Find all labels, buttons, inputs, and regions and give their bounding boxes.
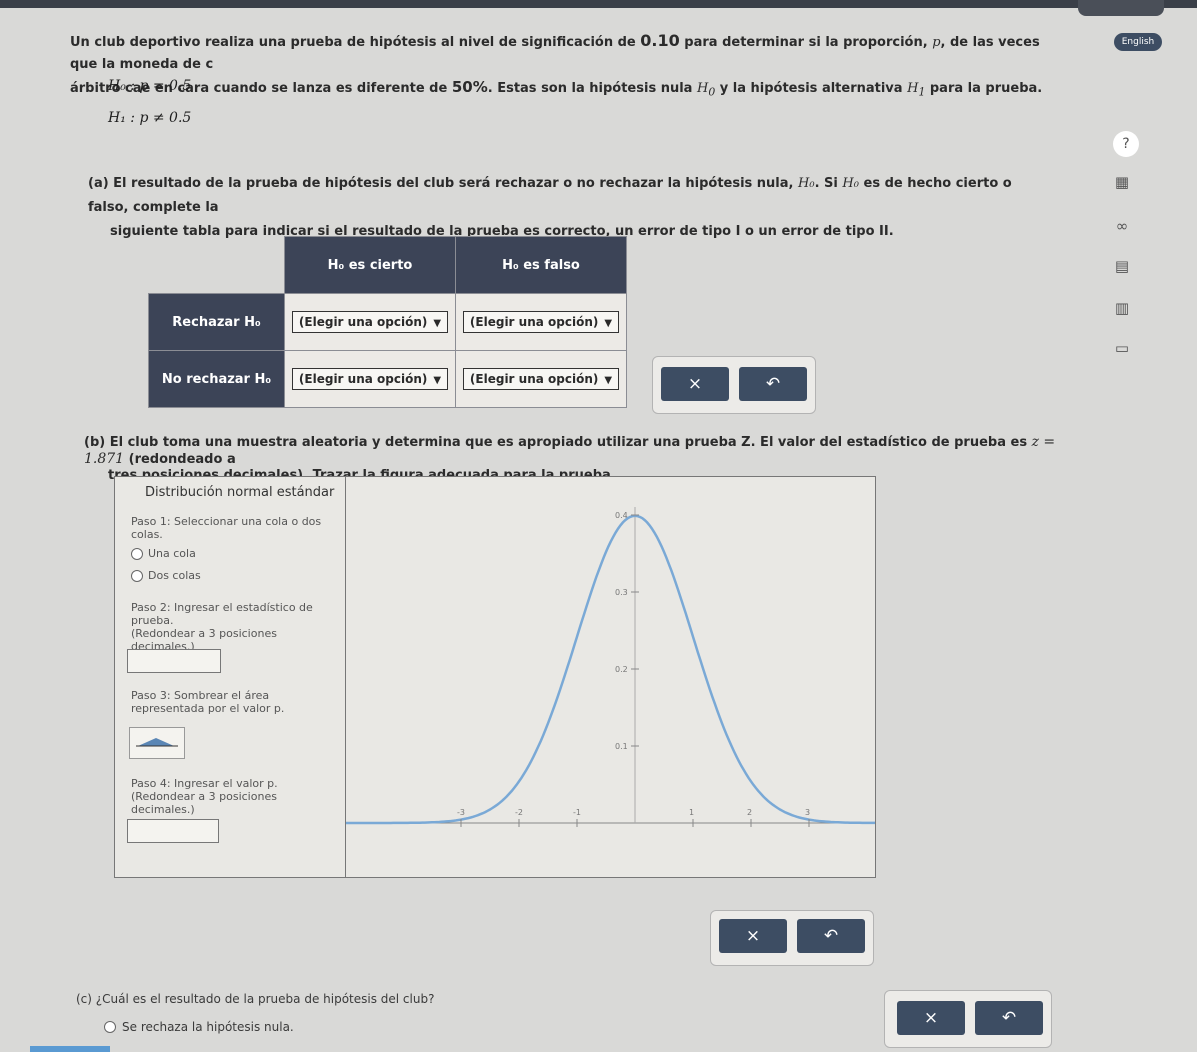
y-tick-label: 0.2 <box>615 665 628 674</box>
part-c-question: (c) ¿Cuál es el resultado de la prueba d… <box>76 992 435 1006</box>
radio-icon <box>131 569 143 582</box>
y-tick-label: 0.1 <box>615 742 628 751</box>
tool-steps-panel: Distribución normal estándar Paso 1: Sel… <box>115 477 346 877</box>
alternative-hypothesis: H₁ : p ≠ 0.5 <box>108 110 192 126</box>
x-tick-label: 1 <box>689 808 694 817</box>
x-tick-label: -3 <box>457 808 465 817</box>
bottom-progress-bar <box>30 1046 110 1052</box>
part-c-button-group: × ↶ <box>884 990 1052 1048</box>
step-4-rounding: (Redondear a 3 posiciones decimales.) <box>131 790 277 816</box>
notes-icon[interactable]: ▤ <box>1110 254 1134 278</box>
step-4-label: Paso 4: Ingresar el valor p. <box>131 777 278 790</box>
tool-title: Distribución normal estándar <box>145 485 335 500</box>
row-header-reject: Rechazar H₀ <box>148 293 285 351</box>
browser-top-bar <box>0 0 1197 8</box>
y-tick-label: 0.3 <box>615 588 628 597</box>
step-1-label: Paso 1: Seleccionar una cola o dos colas… <box>131 515 322 541</box>
step-2-label: Paso 2: Ingresar el estadístico de prueb… <box>131 601 313 627</box>
shade-icon <box>136 738 178 747</box>
x-tick-label: -1 <box>573 808 581 817</box>
radio-icon <box>131 547 143 560</box>
normal-curve-plot[interactable]: 0.4 0.3 0.2 0.1 -3 -2 -1 1 2 3 <box>345 477 925 877</box>
undo-button[interactable]: ↶ <box>739 367 807 401</box>
normal-distribution-tool: Distribución normal estándar Paso 1: Sel… <box>114 476 925 878</box>
x-tick-label: 3 <box>805 808 810 817</box>
select-notreject-false[interactable]: (Elegir una opción) ▼ <box>462 368 620 390</box>
problem-intro: Un club deportivo realiza una prueba de … <box>70 31 1043 99</box>
shade-area-button[interactable] <box>129 727 185 759</box>
x-tick-label: -2 <box>515 808 523 817</box>
infinity-icon[interactable]: ∞ <box>1110 214 1134 238</box>
one-tail-option[interactable]: Una cola <box>131 547 196 560</box>
normal-curve-line <box>345 514 925 825</box>
part-a-button-group: × ↶ <box>652 356 816 414</box>
undo-button[interactable]: ↶ <box>797 919 865 953</box>
help-icon[interactable]: ? <box>1113 131 1139 157</box>
y-tick-label: 0.4 <box>615 511 628 520</box>
select-notreject-true[interactable]: (Elegir una opción) ▼ <box>291 368 449 390</box>
calculator-icon[interactable]: ▦ <box>1110 170 1134 194</box>
top-menu-tab[interactable] <box>1078 0 1164 16</box>
normal-curve-graph[interactable]: 0.4 0.3 0.2 0.1 -3 -2 -1 1 2 3 <box>345 477 925 877</box>
col-header-h0-false: H₀ es falso <box>455 236 627 294</box>
undo-button[interactable]: ↶ <box>975 1001 1043 1035</box>
p-value-input[interactable] <box>127 819 219 843</box>
radio-icon <box>104 1021 116 1033</box>
select-reject-true[interactable]: (Elegir una opción) ▼ <box>291 311 449 333</box>
x-tick-label: 2 <box>747 808 752 817</box>
clear-button[interactable]: × <box>661 367 729 401</box>
two-tail-option[interactable]: Dos colas <box>131 569 201 582</box>
part-c-option-reject[interactable]: Se rechaza la hipótesis nula. <box>104 1020 294 1034</box>
null-hypothesis: H₀ : p = 0.5 <box>108 78 192 94</box>
select-reject-false[interactable]: (Elegir una opción) ▼ <box>462 311 620 333</box>
language-toggle[interactable]: English <box>1114 33 1162 51</box>
row-header-not-reject: No rechazar H₀ <box>148 350 285 408</box>
part-b-button-group: × ↶ <box>710 910 874 966</box>
part-a-instructions: (a) El resultado de la prueba de hipótes… <box>88 176 1012 239</box>
clear-button[interactable]: × <box>897 1001 965 1035</box>
step-3-label: Paso 3: Sombrear el área representada po… <box>131 689 285 715</box>
test-statistic-input[interactable] <box>127 649 221 673</box>
error-type-table: H₀ es cierto H₀ es falso Rechazar H₀ (El… <box>148 236 627 408</box>
clear-button[interactable]: × <box>719 919 787 953</box>
table-icon[interactable]: ▥ <box>1110 296 1134 320</box>
message-icon[interactable]: ▭ <box>1110 336 1134 360</box>
col-header-h0-true: H₀ es cierto <box>284 236 456 294</box>
